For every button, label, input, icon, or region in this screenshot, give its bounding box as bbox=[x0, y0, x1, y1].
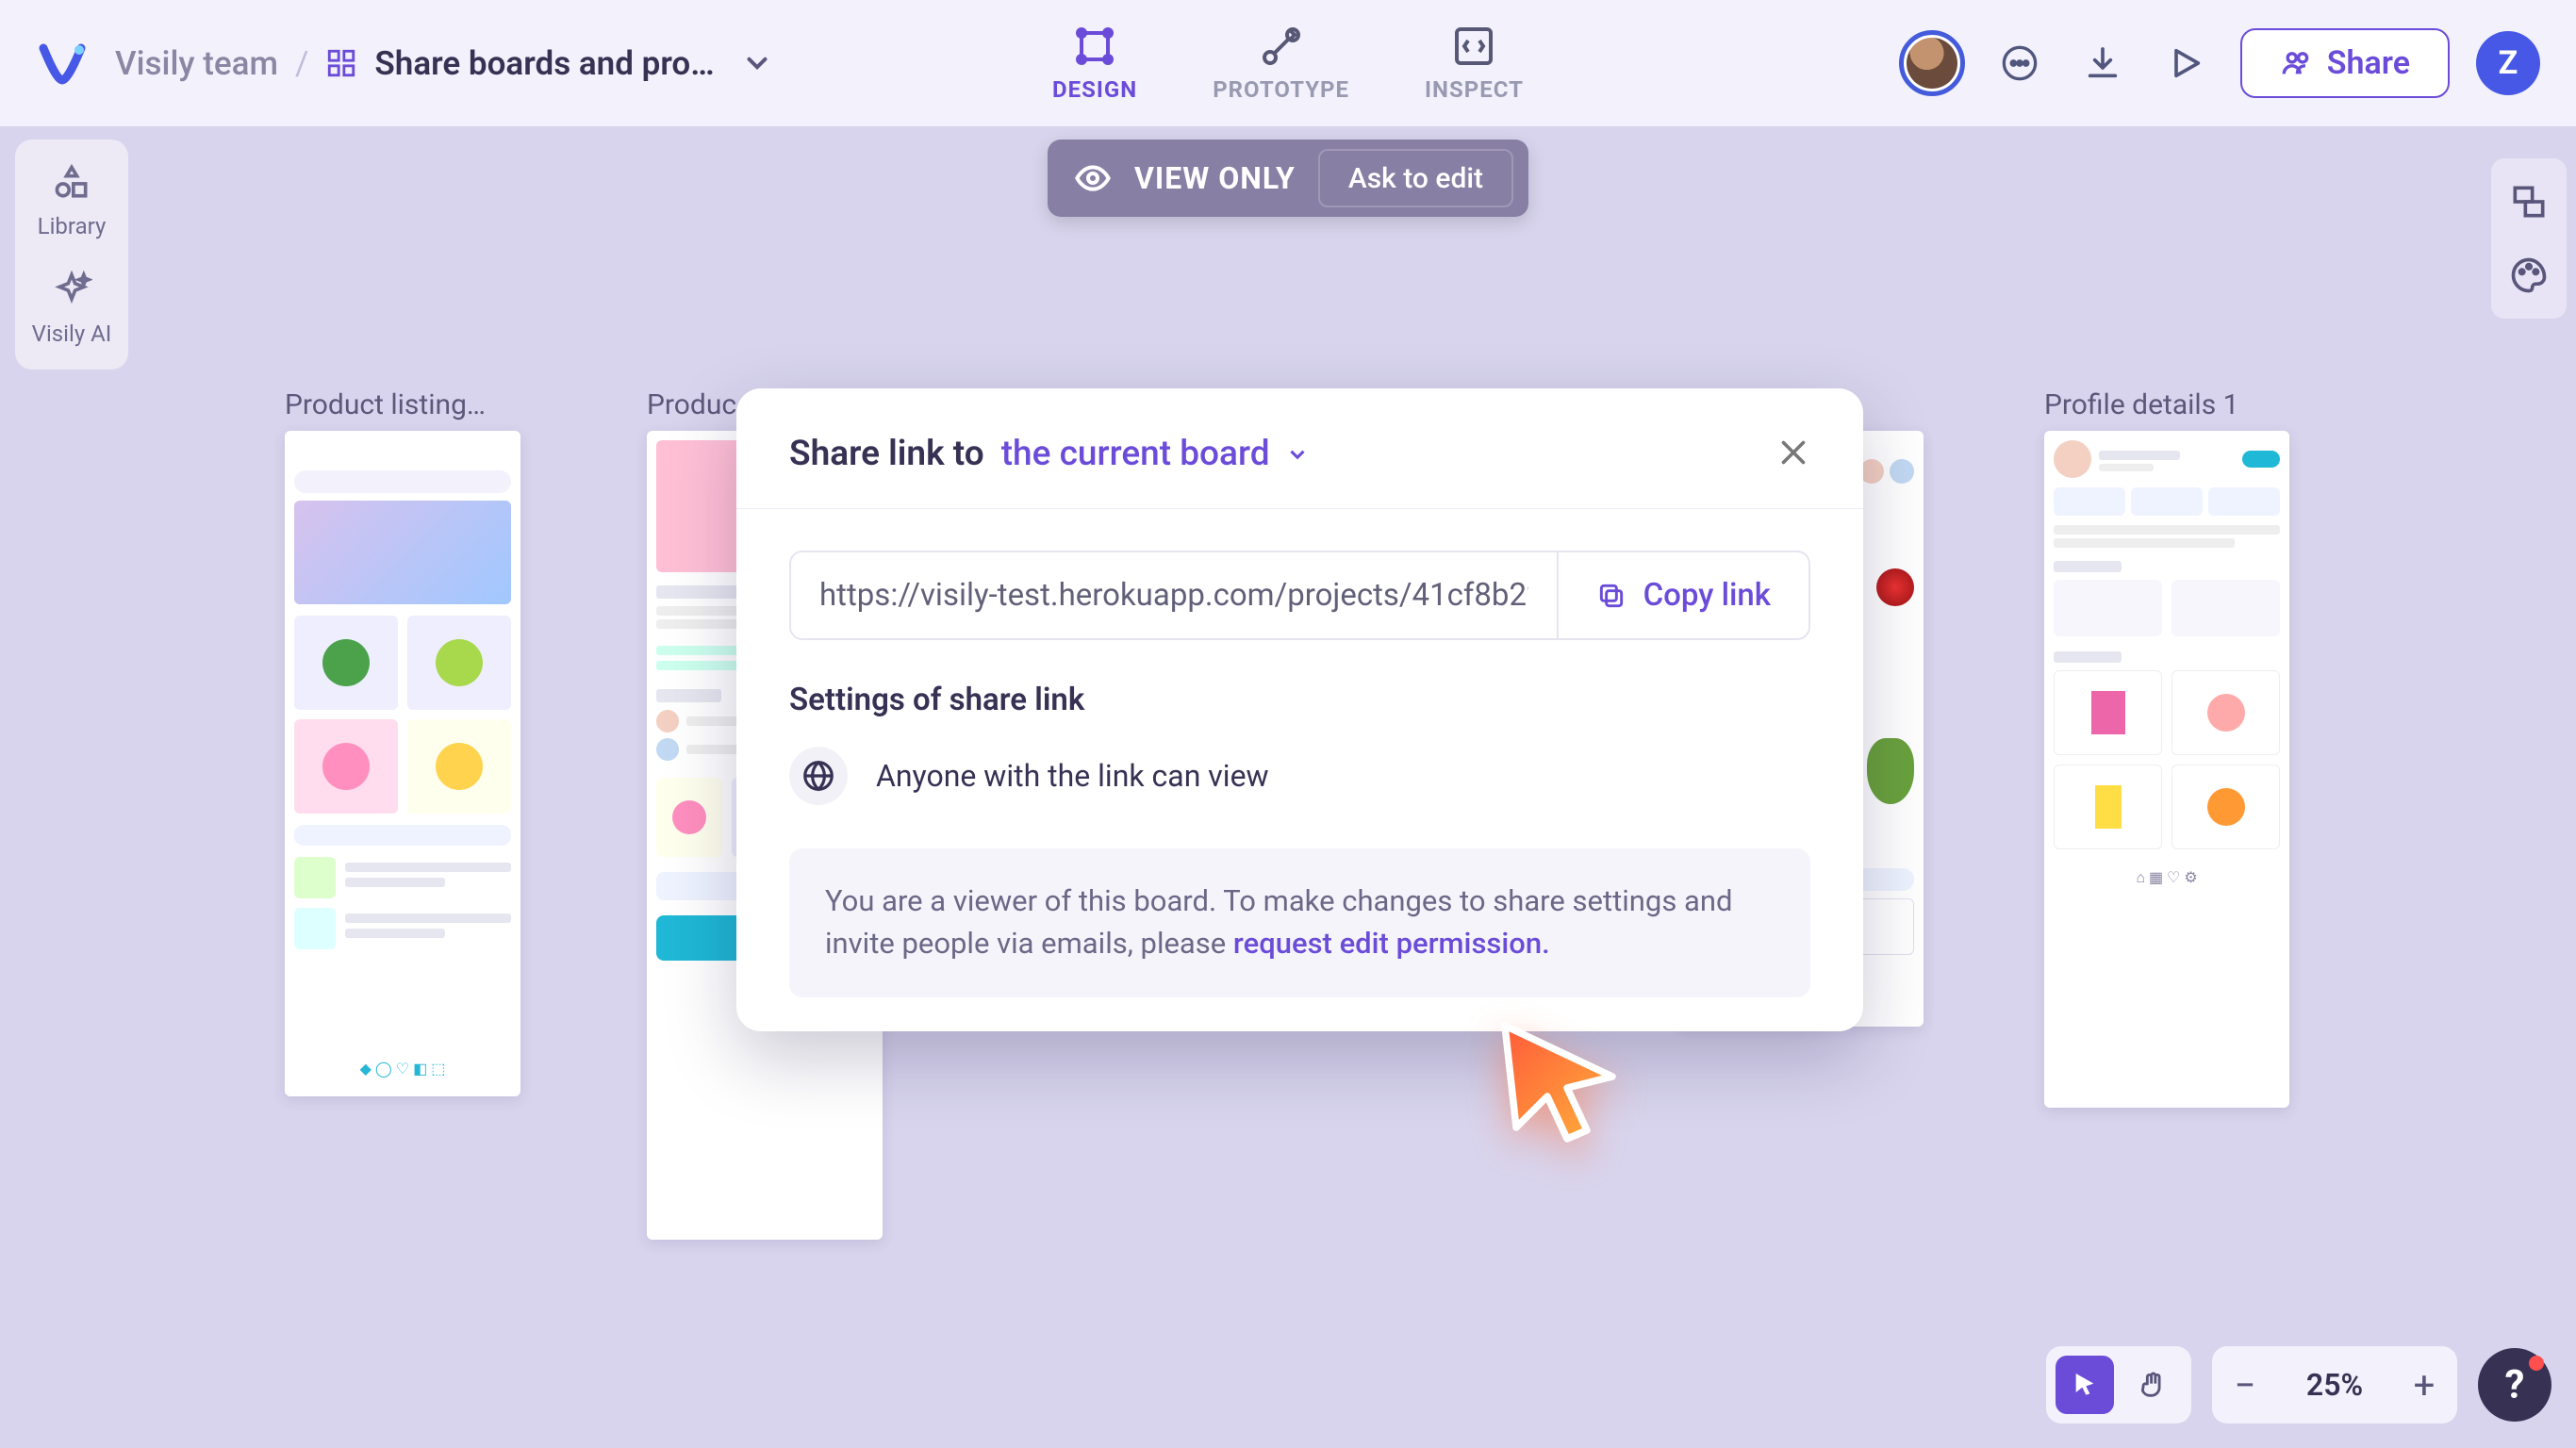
share-url-input[interactable] bbox=[791, 552, 1557, 638]
request-edit-link[interactable]: request edit permission. bbox=[1233, 926, 1550, 961]
download-icon[interactable] bbox=[2074, 35, 2131, 91]
mode-tabs: DESIGN PROTOTYPE INSPECT bbox=[1052, 24, 1524, 103]
top-bar: Visily team / Share boards and pro… DESI… bbox=[0, 0, 2576, 126]
modal-title: Share link to bbox=[789, 434, 984, 474]
chevron-down-icon bbox=[1285, 442, 1310, 467]
zoom-control: − 25% + bbox=[2212, 1346, 2457, 1423]
pointer-tool[interactable] bbox=[2056, 1356, 2114, 1414]
breadcrumb-separator: / bbox=[295, 44, 308, 83]
play-icon[interactable] bbox=[2157, 35, 2214, 91]
share-modal: Share link to the current board Copy lin… bbox=[736, 388, 1863, 1031]
zoom-value[interactable]: 25% bbox=[2278, 1367, 2391, 1403]
hand-tool[interactable] bbox=[2123, 1356, 2182, 1414]
chevron-down-icon[interactable] bbox=[741, 47, 773, 79]
copy-icon bbox=[1596, 581, 1627, 611]
frame-profile-details[interactable]: Profile details 1 ⌂ ▦ ♡ ⚙ bbox=[2044, 388, 2289, 1108]
tab-prototype[interactable]: PROTOTYPE bbox=[1213, 24, 1349, 103]
breadcrumb-board[interactable]: Share boards and pro… bbox=[374, 44, 714, 83]
topbar-right: Share Z bbox=[1899, 28, 2540, 98]
bottom-right-controls: − 25% + ? bbox=[2046, 1346, 2551, 1423]
tab-design[interactable]: DESIGN bbox=[1052, 24, 1137, 103]
cursor-tool-pair bbox=[2046, 1346, 2191, 1423]
permission-row: Anyone with the link can view bbox=[789, 747, 1810, 805]
board-icon bbox=[325, 47, 357, 79]
viewer-notice: You are a viewer of this board. To make … bbox=[789, 848, 1810, 997]
copy-link-button[interactable]: Copy link bbox=[1557, 552, 1808, 638]
share-button[interactable]: Share bbox=[2240, 28, 2450, 98]
comments-icon[interactable] bbox=[1991, 35, 2048, 91]
collaborator-avatar[interactable] bbox=[1899, 30, 1965, 96]
help-button[interactable]: ? bbox=[2478, 1348, 2551, 1422]
tab-inspect[interactable]: INSPECT bbox=[1425, 24, 1524, 103]
share-scope-select[interactable]: the current board bbox=[1001, 434, 1310, 474]
current-user-avatar[interactable]: Z bbox=[2476, 31, 2540, 95]
permission-text: Anyone with the link can view bbox=[876, 758, 1269, 794]
annotation-cursor-icon bbox=[1488, 1009, 1629, 1150]
share-link-row: Copy link bbox=[789, 551, 1810, 640]
frame-product-listing[interactable]: Product listing… ◆ ◯ ♡ ◧ ⬚ bbox=[285, 388, 520, 1096]
zoom-out-button[interactable]: − bbox=[2212, 1363, 2278, 1407]
close-icon[interactable] bbox=[1776, 436, 1810, 473]
breadcrumb-team[interactable]: Visily team bbox=[115, 44, 278, 83]
globe-icon bbox=[789, 747, 848, 805]
settings-title: Settings of share link bbox=[789, 682, 1810, 718]
modal-header: Share link to the current board bbox=[736, 388, 1863, 509]
app-logo-icon bbox=[36, 37, 89, 90]
breadcrumb[interactable]: Visily team / Share boards and pro… bbox=[115, 44, 773, 83]
zoom-in-button[interactable]: + bbox=[2391, 1363, 2457, 1407]
